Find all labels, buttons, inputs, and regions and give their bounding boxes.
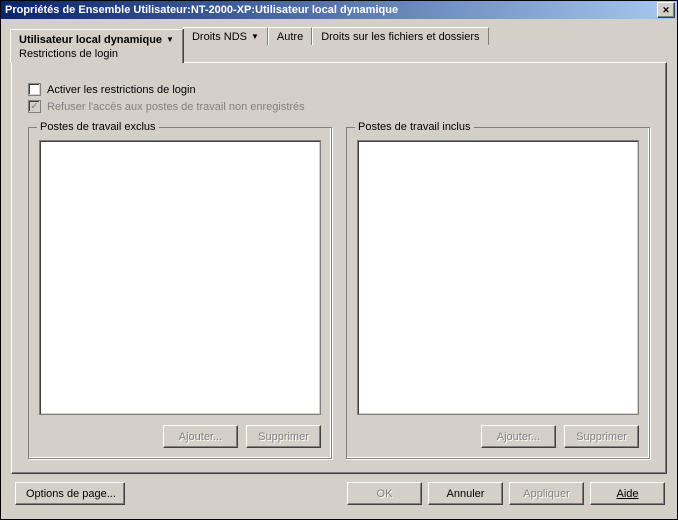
tab-sublabel: Restrictions de login	[19, 47, 118, 61]
tab-label: Utilisateur local dynamique	[19, 33, 162, 47]
tab-nds-rights[interactable]: Droits NDS ▼	[183, 27, 268, 45]
window-title: Propriétés de Ensemble Utilisateur:NT-20…	[5, 4, 398, 16]
tab-file-rights[interactable]: Droits sur les fichiers et dossiers	[312, 27, 488, 45]
checkbox-activate-restrictions[interactable]: Activer les restrictions de login	[28, 83, 650, 96]
excluded-button-row: Ajouter... Supprimer	[39, 425, 321, 448]
excluded-remove-button[interactable]: Supprimer	[246, 425, 321, 448]
tab-strip: Utilisateur local dynamique ▼ Restrictio…	[11, 27, 667, 63]
apply-button[interactable]: Appliquer	[509, 482, 584, 505]
cancel-button[interactable]: Annuler	[428, 482, 503, 505]
group-legend: Postes de travail inclus	[355, 121, 474, 133]
checkbox-icon	[28, 100, 41, 113]
titlebar: Propriétés de Ensemble Utilisateur:NT-20…	[1, 1, 677, 19]
page-options-button[interactable]: Options de page...	[15, 482, 125, 505]
tab-panel: Activer les restrictions de login Refuse…	[11, 62, 667, 474]
included-button-row: Ajouter... Supprimer	[357, 425, 639, 448]
dual-pane: Postes de travail exclus Ajouter... Supp…	[28, 127, 650, 459]
checkbox-label: Activer les restrictions de login	[47, 84, 196, 96]
close-button[interactable]	[657, 2, 675, 18]
ok-button[interactable]: OK	[347, 482, 422, 505]
button-label: Ajouter...	[497, 431, 540, 443]
button-label: Annuler	[447, 488, 485, 500]
excluded-listbox[interactable]	[39, 140, 321, 415]
button-label: Aide	[616, 488, 638, 500]
group-excluded-workstations: Postes de travail exclus Ajouter... Supp…	[28, 127, 332, 459]
group-legend: Postes de travail exclus	[37, 121, 159, 133]
included-remove-button[interactable]: Supprimer	[564, 425, 639, 448]
checkbox-refuse-unregistered: Refuser l'accès aux postes de travail no…	[28, 100, 650, 113]
tab-dynamic-local-user[interactable]: Utilisateur local dynamique ▼ Restrictio…	[10, 29, 183, 63]
button-label: Ajouter...	[179, 431, 222, 443]
tab-label: Autre	[277, 31, 303, 43]
tab-label: Droits sur les fichiers et dossiers	[321, 31, 479, 43]
tab-other[interactable]: Autre	[268, 27, 312, 45]
included-add-button[interactable]: Ajouter...	[481, 425, 556, 448]
button-label: Options de page...	[26, 488, 116, 500]
included-listbox[interactable]	[357, 140, 639, 415]
button-label: OK	[377, 488, 393, 500]
tab-label: Droits NDS	[192, 31, 247, 43]
excluded-add-button[interactable]: Ajouter...	[163, 425, 238, 448]
client-area: Utilisateur local dynamique ▼ Restrictio…	[1, 19, 677, 519]
group-included-workstations: Postes de travail inclus Ajouter... Supp…	[346, 127, 650, 459]
dialog-window: Propriétés de Ensemble Utilisateur:NT-20…	[0, 0, 678, 520]
checkbox-label: Refuser l'accès aux postes de travail no…	[47, 101, 305, 113]
title-controls	[655, 2, 675, 18]
checkbox-icon	[28, 83, 41, 96]
dialog-button-group: OK Annuler Appliquer Aide	[347, 482, 665, 505]
button-label: Supprimer	[576, 431, 627, 443]
dropdown-arrow-icon: ▼	[251, 32, 259, 41]
dropdown-arrow-icon: ▼	[166, 33, 174, 47]
bottom-bar: Options de page... OK Annuler Appliquer …	[11, 482, 667, 509]
button-label: Appliquer	[523, 488, 569, 500]
help-button[interactable]: Aide	[590, 482, 665, 505]
button-label: Supprimer	[258, 431, 309, 443]
